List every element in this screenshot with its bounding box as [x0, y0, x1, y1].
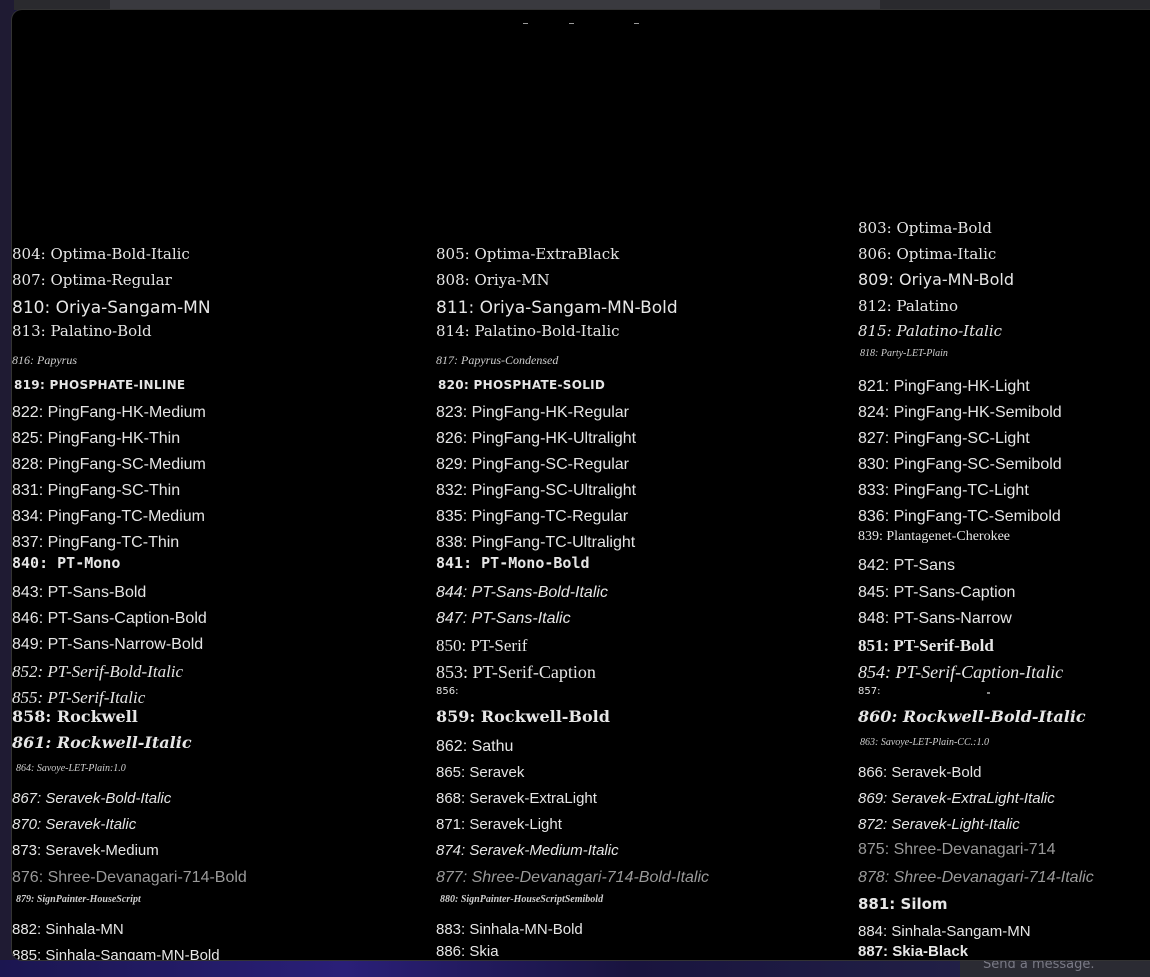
- font-item: 826: PingFang-HK-Ultralight: [436, 430, 637, 447]
- font-item: 819: PHOSPHATE-INLINE: [14, 378, 186, 392]
- font-list-grid: 803: Optima-Bold 804: Optima-Bold-Italic…: [12, 10, 1150, 961]
- font-item: 872: Seravek-Light-Italic: [858, 816, 1020, 833]
- background-tab-strip: [110, 0, 880, 10]
- font-item: 875: Shree-Devanagari-714: [858, 841, 1056, 858]
- font-item: 886: Skia: [436, 943, 499, 960]
- font-item: 828: PingFang-SC-Medium: [12, 456, 206, 473]
- font-item: 884: Sinhala-Sangam-MN: [858, 923, 1031, 940]
- font-item: 840: PT-Mono: [12, 554, 121, 572]
- font-item: 868: Seravek-ExtraLight: [436, 790, 597, 807]
- font-item: 854: PT-Serif-Caption-Italic: [858, 662, 1064, 682]
- font-item: 861: Rockwell-Italic: [12, 733, 192, 752]
- font-item: 880: SignPainter-HouseScriptSemibold: [440, 894, 604, 905]
- font-item: 833: PingFang-TC-Light: [858, 482, 1029, 499]
- font-item: 838: PingFang-TC-Ultralight: [436, 534, 636, 551]
- font-item: 815: Palatino-Italic: [858, 322, 1003, 340]
- font-item: 808: Oriya-MN: [436, 271, 550, 289]
- font-item: 853: PT-Serif-Caption: [436, 662, 596, 682]
- font-item: 812: Palatino: [858, 297, 959, 315]
- cursor-mark: [987, 692, 990, 694]
- font-item: 849: PT-Sans-Narrow-Bold: [12, 636, 204, 653]
- font-item: 883: Sinhala-MN-Bold: [436, 921, 583, 938]
- font-item: 873: Seravek-Medium: [12, 842, 159, 859]
- font-item: 836: PingFang-TC-Semibold: [858, 508, 1061, 525]
- font-item: 825: PingFang-HK-Thin: [12, 430, 181, 447]
- font-item: 813: Palatino-Bold: [12, 322, 152, 340]
- font-item: 878: Shree-Devanagari-714-Italic: [858, 869, 1094, 886]
- font-item: 857:: [858, 686, 881, 697]
- background-top-bar: [0, 0, 1150, 10]
- font-item: 839: Plantagenet-Cherokee: [858, 529, 1011, 544]
- font-item: 841: PT-Mono-Bold: [436, 554, 590, 572]
- font-item: 863: Savoye-LET-Plain-CC.:1.0: [860, 737, 989, 748]
- font-item: 864: Savoye-LET-Plain:1.0: [16, 763, 126, 774]
- font-item: 866: Seravek-Bold: [858, 764, 982, 781]
- font-item: 816: Papyrus: [12, 353, 77, 367]
- font-item: 846: PT-Sans-Caption-Bold: [12, 610, 207, 627]
- font-item: 876: Shree-Devanagari-714-Bold: [12, 869, 247, 886]
- font-item: 810: Oriya-Sangam-MN: [12, 298, 211, 318]
- font-item: 817: Papyrus-Condensed: [436, 353, 559, 367]
- font-item: 818: Party-LET-Plain: [860, 348, 948, 359]
- font-item: 827: PingFang-SC-Light: [858, 430, 1030, 447]
- font-item: 847: PT-Sans-Italic: [436, 610, 571, 627]
- font-item: 820: PHOSPHATE-SOLID: [438, 378, 606, 392]
- font-item: 844: PT-Sans-Bold-Italic: [436, 584, 608, 601]
- font-item: 865: Seravek: [436, 764, 525, 781]
- font-item: 856:: [436, 686, 459, 697]
- font-item: 803: Optima-Bold: [858, 219, 992, 237]
- font-item: 879: SignPainter-HouseScript: [16, 894, 141, 905]
- font-item: 831: PingFang-SC-Thin: [12, 482, 181, 499]
- font-item: 824: PingFang-HK-Semibold: [858, 404, 1062, 421]
- font-item: 837: PingFang-TC-Thin: [12, 534, 180, 551]
- font-item: 885: Sinhala-Sangam-MN-Bold: [12, 947, 220, 960]
- font-item: 822: PingFang-HK-Medium: [12, 404, 206, 421]
- font-item: 874: Seravek-Medium-Italic: [436, 842, 619, 859]
- font-preview-window: 803: Optima-Bold 804: Optima-Bold-Italic…: [12, 10, 1150, 960]
- font-item: 867: Seravek-Bold-Italic: [12, 790, 172, 807]
- font-item: 850: PT-Serif: [436, 636, 528, 655]
- font-item: 830: PingFang-SC-Semibold: [858, 456, 1062, 473]
- font-item: 806: Optima-Italic: [858, 245, 997, 263]
- font-item: 834: PingFang-TC-Medium: [12, 508, 205, 525]
- font-item: 855: PT-Serif-Italic: [12, 688, 146, 707]
- font-item: 852: PT-Serif-Bold-Italic: [12, 662, 184, 681]
- font-item: 851: PT-Serif-Bold: [858, 636, 994, 655]
- font-item: 871: Seravek-Light: [436, 816, 562, 833]
- font-item: 832: PingFang-SC-Ultralight: [436, 482, 637, 499]
- font-item: 823: PingFang-HK-Regular: [436, 404, 629, 421]
- font-item: 858: Rockwell: [12, 707, 138, 726]
- font-item: 862: Sathu: [436, 738, 514, 755]
- font-item: 845: PT-Sans-Caption: [858, 584, 1016, 601]
- font-item: 870: Seravek-Italic: [12, 816, 137, 833]
- font-item: 814: Palatino-Bold-Italic: [436, 322, 620, 340]
- font-item: 821: PingFang-HK-Light: [858, 378, 1030, 395]
- font-item: 887: Skia-Black: [858, 943, 969, 960]
- font-item: 809: Oriya-MN-Bold: [858, 270, 1015, 289]
- font-item: 807: Optima-Regular: [12, 271, 172, 289]
- font-item: 882: Sinhala-MN: [12, 921, 124, 938]
- font-item: 829: PingFang-SC-Regular: [436, 456, 629, 473]
- font-item: 860: Rockwell-Bold-Italic: [858, 707, 1086, 726]
- font-item: 848: PT-Sans-Narrow: [858, 610, 1012, 627]
- font-item: 811: Oriya-Sangam-MN-Bold: [436, 298, 678, 318]
- font-item: 881: Silom: [858, 895, 948, 913]
- font-item: 835: PingFang-TC-Regular: [436, 508, 629, 525]
- font-item: 843: PT-Sans-Bold: [12, 584, 147, 601]
- font-item: 869: Seravek-ExtraLight-Italic: [858, 790, 1055, 807]
- font-item: 804: Optima-Bold-Italic: [12, 245, 190, 263]
- font-item: 842: PT-Sans: [858, 557, 955, 574]
- font-item: 859: Rockwell-Bold: [436, 707, 610, 726]
- font-item: 877: Shree-Devanagari-714-Bold-Italic: [436, 869, 710, 886]
- font-item: 805: Optima-ExtraBlack: [436, 245, 620, 263]
